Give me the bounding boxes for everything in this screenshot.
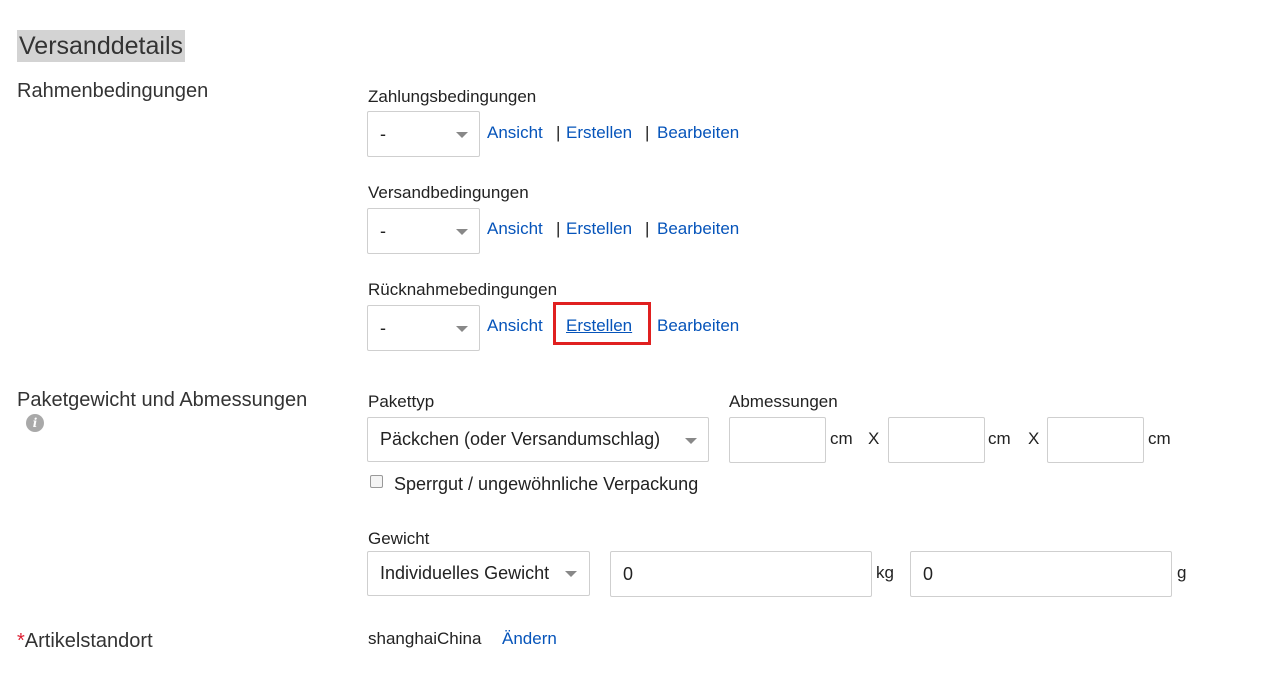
chevron-down-icon xyxy=(685,438,697,444)
g-input[interactable]: 0 xyxy=(910,551,1172,597)
separator: | xyxy=(556,219,561,238)
zahlungsbedingungen-label: Zahlungsbedingungen xyxy=(368,87,537,106)
artikelstandort-value: shanghaiChina xyxy=(368,629,482,648)
separator: | xyxy=(645,123,650,142)
versandbedingungen-bearbeiten-link[interactable]: Bearbeiten xyxy=(657,219,739,239)
versandbedingungen-value: - xyxy=(380,220,386,241)
rahmenbedingungen-label: Rahmenbedingungen xyxy=(17,80,209,102)
artikelstandort-aendern-link[interactable]: Ändern xyxy=(502,629,557,649)
gewicht-label: Gewicht xyxy=(368,529,430,548)
ruecknahmebedingungen-select[interactable]: - xyxy=(367,305,480,351)
required-mark: * xyxy=(17,630,25,652)
sperrgut-label: Sperrgut / ungewöhnliche Verpackung xyxy=(394,474,699,494)
info-icon[interactable]: i xyxy=(26,414,44,432)
sperrgut-checkbox[interactable] xyxy=(370,475,383,488)
artikelstandort-label: *Artikelstandort xyxy=(17,630,153,653)
zahlungsbedingungen-value: - xyxy=(380,123,386,144)
unit-g: g xyxy=(1177,563,1187,582)
ruecknahmebedingungen-bearbeiten-link[interactable]: Bearbeiten xyxy=(657,316,739,336)
chevron-down-icon xyxy=(456,326,468,332)
height-input[interactable] xyxy=(1047,417,1144,463)
unit-kg: kg xyxy=(876,563,894,582)
dimension-separator: X xyxy=(868,429,880,448)
unit-cm: cm xyxy=(1148,429,1171,448)
zahlungsbedingungen-ansicht-link[interactable]: Ansicht xyxy=(487,123,543,143)
chevron-down-icon xyxy=(456,229,468,235)
section-title: Versanddetails xyxy=(17,30,186,62)
versandbedingungen-label: Versandbedingungen xyxy=(368,183,529,202)
chevron-down-icon xyxy=(456,132,468,138)
zahlungsbedingungen-bearbeiten-link[interactable]: Bearbeiten xyxy=(657,123,739,143)
versandbedingungen-erstellen-link[interactable]: Erstellen xyxy=(566,219,632,239)
chevron-down-icon xyxy=(565,571,577,577)
paketgewicht-label: Paketgewicht und Abmessungen xyxy=(17,389,308,411)
kg-input[interactable]: 0 xyxy=(610,551,872,597)
abmessungen-label: Abmessungen xyxy=(729,392,838,411)
versandbedingungen-select[interactable]: - xyxy=(367,208,480,254)
dimension-separator: X xyxy=(1028,429,1040,448)
gewicht-type-value: Individuelles Gewicht xyxy=(380,563,550,583)
pakettyp-select[interactable]: Päckchen (oder Versandumschlag) xyxy=(367,417,709,462)
pakettyp-label: Pakettyp xyxy=(368,392,435,411)
ruecknahmebedingungen-ansicht-link[interactable]: Ansicht xyxy=(487,316,543,336)
separator: | xyxy=(645,219,650,238)
zahlungsbedingungen-erstellen-link[interactable]: Erstellen xyxy=(566,123,632,143)
separator: | xyxy=(556,123,561,142)
unit-cm: cm xyxy=(830,429,853,448)
pakettyp-value: Päckchen (oder Versandumschlag) xyxy=(380,429,661,449)
artikelstandort-text: Artikelstandort xyxy=(24,630,153,652)
zahlungsbedingungen-select[interactable]: - xyxy=(367,111,480,157)
versandbedingungen-ansicht-link[interactable]: Ansicht xyxy=(487,219,543,239)
ruecknahmebedingungen-value: - xyxy=(380,317,386,338)
width-input[interactable] xyxy=(888,417,985,463)
length-input[interactable] xyxy=(729,417,826,463)
gewicht-type-select[interactable]: Individuelles Gewicht xyxy=(367,551,590,596)
ruecknahmebedingungen-label: Rücknahmebedingungen xyxy=(368,280,558,299)
unit-cm: cm xyxy=(988,429,1011,448)
ruecknahmebedingungen-erstellen-link[interactable]: Erstellen xyxy=(566,316,632,336)
